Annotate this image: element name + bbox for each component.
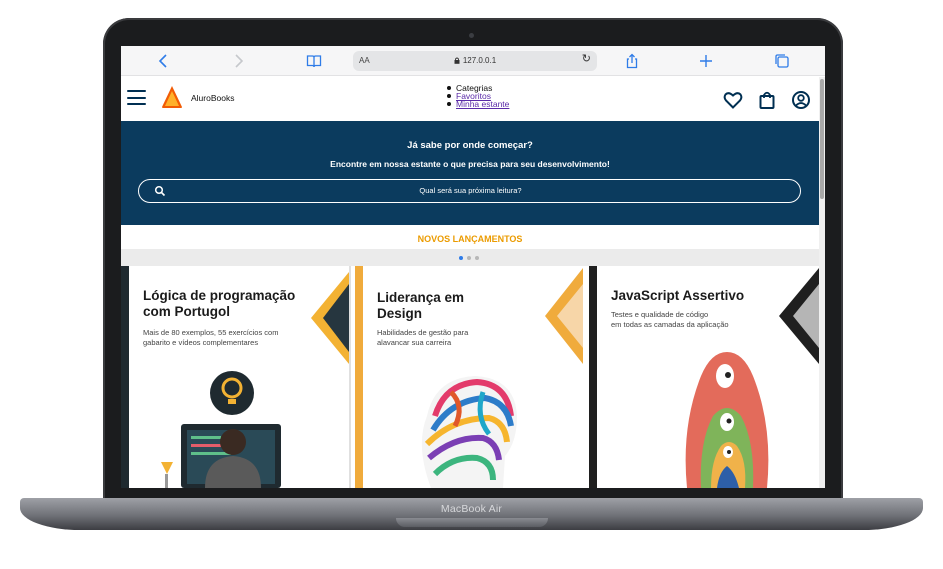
shopping-bag-icon[interactable] [757,90,777,110]
search-placeholder: Qual será sua próxima leitura? [419,186,522,195]
page-scrollbar[interactable] [819,77,825,488]
carousel-dot-3[interactable] [475,256,479,260]
search-input[interactable]: Qual será sua próxima leitura? [138,179,801,203]
bookmarks-icon[interactable] [305,52,323,70]
product-mockup: MacBook Air AA 127.0.0.1 ↻ AluroBooks Ca… [0,0,943,569]
device-label: MacBook Air [440,503,503,515]
nav-item-bookshelf[interactable]: Minha estante [445,100,509,108]
section-title-new-releases: NOVOS LANÇAMENTOS [417,234,523,244]
brand-name[interactable]: AluroBooks [191,93,234,103]
reload-icon[interactable]: ↻ [582,54,591,65]
laptop-screen: AA 127.0.0.1 ↻ AluroBooks Categrias Favo… [121,46,825,488]
header-actions [723,90,811,110]
book-card-logic-programming[interactable]: Lógica de programação com Portugol Mais … [121,266,351,488]
address-bar[interactable]: AA 127.0.0.1 ↻ [353,51,597,71]
menu-icon[interactable] [127,90,146,105]
book-subtitle-line-2: gabarito e vídeos complementares [143,338,259,347]
book-subtitle-line-1: Testes e qualidade de código [611,310,709,319]
book-subtitle-line-1: Mais de 80 exemplos, 55 exercícios com [143,328,279,337]
book-subtitle-line-2: em todas as camadas da aplicação [611,320,729,329]
share-icon[interactable] [623,52,641,70]
back-icon[interactable] [155,52,173,70]
book-card-design-leadership[interactable]: Liderança em Design Habilidades de gestã… [355,266,585,488]
tabs-icon[interactable] [773,52,791,70]
book-title-line-2: com Portugol [143,304,230,319]
camera-dot [469,33,474,38]
hero-subtitle: Encontre em nossa estante o que precisa … [330,159,610,169]
new-tab-icon[interactable] [697,52,715,70]
browser-toolbar: AA 127.0.0.1 ↻ [121,46,825,76]
carousel-dot-1[interactable] [459,256,463,260]
site-header: AluroBooks Categrias Favoritos Minha est… [121,77,819,120]
book-title-line-1: Liderança em [377,290,465,305]
book-title-line-2: Design [377,306,423,321]
hero-banner: Já sabe por onde começar? Encontre em no… [121,121,819,225]
main-nav: Categrias Favoritos Minha estante [445,84,509,108]
forward-icon[interactable] [229,52,247,70]
laptop-notch [396,518,548,527]
url-text: 127.0.0.1 [462,56,497,65]
book-card-assertive-javascript[interactable]: JavaScript Assertivo Testes e qualidade … [589,266,819,488]
nav-item-bookshelf-link[interactable]: Minha estante [456,99,509,109]
book-title-line-1: JavaScript Assertivo [611,288,745,303]
book-subtitle-line-2: alavancar sua carreira [377,338,452,347]
alurabooks-logo-icon[interactable] [161,85,183,109]
book-title-line-1: Lógica de programação [143,288,296,303]
scrollbar-thumb[interactable] [820,79,824,199]
hero-title: Já sabe por onde começar? [407,140,533,151]
favorites-heart-icon[interactable] [723,90,743,110]
carousel-dot-2[interactable] [467,256,471,260]
carousel-pagination [121,249,819,266]
user-profile-icon[interactable] [791,90,811,110]
url-display: 127.0.0.1 [353,56,597,65]
lock-icon [454,57,460,64]
book-subtitle-line-1: Habilidades de gestão para [377,328,469,337]
